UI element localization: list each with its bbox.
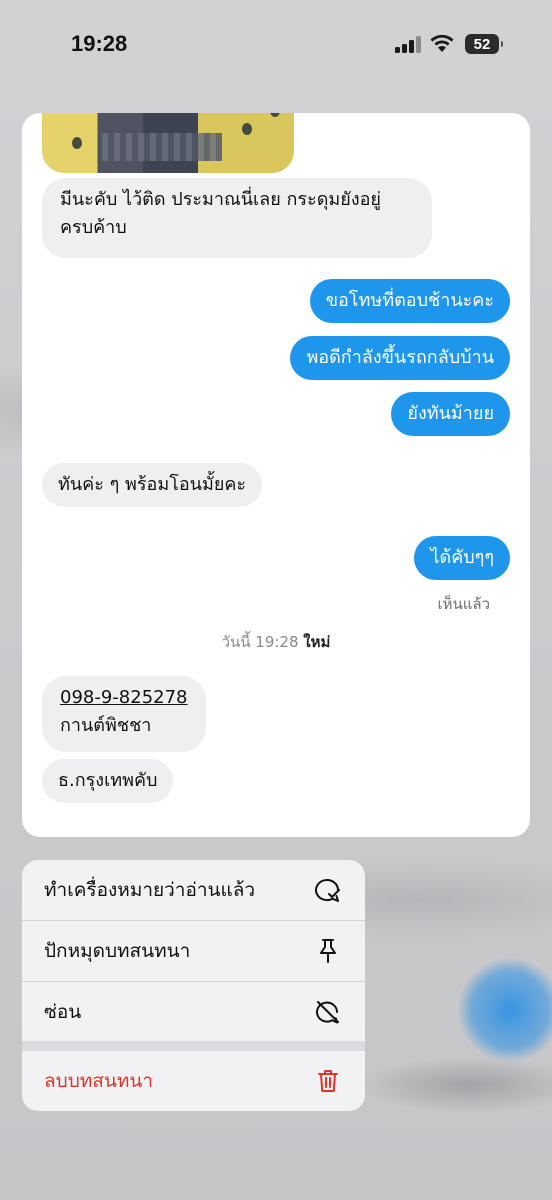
new-messages-divider: วันนี้ 19:28 ใหม่ [22, 630, 530, 654]
delete-conversation-menu-item[interactable]: ลบบทสนทนา [22, 1051, 365, 1111]
menu-item-label: ซ่อน [44, 1001, 82, 1023]
divider-timestamp: วันนี้ 19:28 [221, 633, 299, 651]
message-bubble-incoming[interactable]: 098-9-825278 กานต์พิชชา [42, 676, 206, 752]
message-bubble-outgoing[interactable]: พอดีกำลังขึ้นรถกลับบ้าน [290, 336, 510, 380]
pin-conversation-menu-item[interactable]: ปักหมุดบทสนทนา [22, 921, 365, 981]
wifi-icon [430, 34, 454, 52]
trash-icon [313, 1066, 343, 1096]
mark-read-icon [313, 875, 343, 905]
message-bubble-outgoing[interactable]: ได้คับๆๆ [414, 536, 510, 580]
menu-item-label: ทำเครื่องหมายว่าอ่านแล้ว [44, 879, 256, 901]
message-bubble-incoming[interactable]: ธ.กรุงเทพคับ [42, 759, 174, 803]
pin-icon [313, 936, 343, 966]
hide-icon [313, 997, 343, 1027]
mark-as-read-menu-item[interactable]: ทำเครื่องหมายว่าอ่านแล้ว [22, 860, 365, 920]
menu-item-label: ลบบทสนทนา [44, 1070, 154, 1092]
hide-menu-item[interactable]: ซ่อน [22, 982, 365, 1042]
account-name: กานต์พิชชา [60, 715, 152, 736]
menu-group-gap [22, 1041, 365, 1051]
cellular-signal-icon [395, 36, 423, 53]
message-bubble-outgoing[interactable]: ยังทันม้ายย [391, 392, 510, 436]
context-menu: ทำเครื่องหมายว่าอ่านแล้ว ปักหมุดบทสนทนา … [22, 860, 365, 1111]
message-bubble-incoming[interactable]: มีนะคับ ไว้ติด ประมาณนี่เลย กระดุมยังอยู… [42, 178, 432, 258]
battery-indicator: 52 [465, 34, 503, 54]
message-bubble-outgoing[interactable]: ขอโทษที่ตอบช้านะคะ [309, 279, 510, 323]
phone-number-link[interactable]: 098-9-825278 [60, 684, 188, 712]
message-bubble-incoming[interactable]: ทันค่ะ ๆ พร้อมโอนมั้ยคะ [42, 463, 263, 507]
shared-photo[interactable] [42, 113, 294, 173]
new-label: ใหม่ [303, 633, 331, 651]
status-time: 19:28 [71, 31, 128, 56]
menu-item-label: ปักหมุดบทสนทนา [44, 940, 191, 962]
chat-preview-card[interactable]: มีนะคับ ไว้ติด ประมาณนี่เลย กระดุมยังอยู… [22, 113, 530, 837]
seen-receipt: เห็นแล้ว [437, 595, 490, 613]
